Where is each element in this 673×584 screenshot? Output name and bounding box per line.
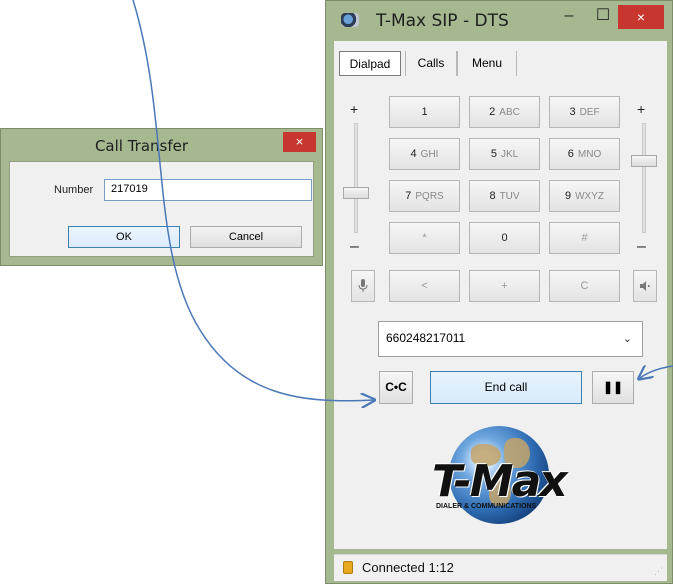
minimize-button[interactable]: – [556, 5, 582, 29]
key-3[interactable]: 3 DEF [549, 96, 620, 128]
key-digit: 2 [489, 106, 496, 118]
speaker-volume-slider[interactable] [631, 155, 657, 167]
ok-button[interactable]: OK [68, 226, 180, 248]
speaker-volume-minus-label: – [637, 238, 646, 255]
key-4[interactable]: 4 GHI [389, 138, 460, 170]
speaker-mute-button[interactable] [633, 270, 657, 302]
dialog-titlebar[interactable]: Call Transfer × [1, 129, 322, 162]
key-digit: 7 [405, 190, 412, 202]
key-1[interactable]: 1 [389, 96, 460, 128]
key-digit: 1 [421, 106, 428, 118]
end-call-button[interactable]: End call [430, 371, 582, 404]
transfer-button[interactable]: C•C [379, 371, 413, 404]
speaker-volume-track[interactable] [642, 123, 646, 233]
key-letters: PQRS [415, 191, 444, 202]
window-client: Dialpad Calls Menu + – + – 1 2 ABC 3 DEF 4… [334, 41, 667, 581]
key-letters: TUV [499, 191, 520, 202]
call-transfer-dialog: Call Transfer × Number 217019 OK Cancel [0, 128, 323, 266]
number-label: Number [54, 184, 94, 196]
key-digit: < [421, 280, 428, 292]
key-digit: 4 [410, 148, 417, 160]
key-letters: ABC [499, 107, 520, 118]
connection-lock-icon [343, 561, 353, 574]
microphone-icon [358, 279, 368, 292]
key-7[interactable]: 7 PQRS [389, 180, 460, 212]
key-5[interactable]: 5 JKL [469, 138, 540, 170]
key-letters: GHI [420, 149, 439, 160]
key-letters: MNO [577, 149, 602, 160]
number-select[interactable]: 660248217011 ⌄ [378, 321, 643, 357]
key-digit: + [501, 280, 508, 292]
brand-logo-text: T-Max [432, 456, 568, 507]
key-digit: C [580, 280, 589, 292]
brand-tagline: DIALER & COMMUNICATIONS [436, 503, 537, 510]
tab-menu[interactable]: Menu [457, 51, 517, 76]
app-logo-icon [341, 13, 359, 27]
key-hash[interactable]: # [549, 222, 620, 254]
mic-volume-minus-label: – [350, 238, 359, 255]
status-bar: Connected 1:12 ⋰ [334, 554, 667, 581]
maximize-button[interactable]: ☐ [590, 5, 616, 29]
key-digit: 6 [567, 148, 574, 160]
resize-grip-icon[interactable]: ⋰ [654, 566, 663, 577]
dialog-body: Number 217019 OK Cancel [9, 161, 314, 257]
key-letters: WXYZ [575, 191, 604, 202]
key-digit: 8 [489, 190, 496, 202]
cancel-button[interactable]: Cancel [190, 226, 302, 248]
key-digit: 0 [501, 232, 508, 244]
mic-mute-button[interactable] [351, 270, 375, 302]
mic-volume-slider[interactable] [343, 187, 369, 199]
key-letters: DEF [579, 107, 600, 118]
window-title: T-Max SIP - DTS [376, 11, 509, 31]
dialog-close-button[interactable]: × [283, 132, 316, 152]
tmax-window: T-Max SIP - DTS – ☐ × Dialpad Calls Menu… [325, 0, 673, 584]
speaker-volume-plus-label: + [637, 101, 646, 117]
dialog-title: Call Transfer [94, 137, 189, 155]
key-8[interactable]: 8 TUV [469, 180, 540, 212]
key-digit: 9 [564, 190, 572, 202]
dialed-number: 660248217011 [386, 331, 466, 345]
key-6[interactable]: 6 MNO [549, 138, 620, 170]
key-9[interactable]: 9 WXYZ [549, 180, 620, 212]
backspace-key[interactable]: < [389, 270, 460, 302]
key-letters: JKL [500, 149, 519, 160]
key-digit: 3 [569, 106, 576, 118]
key-digit: * [422, 232, 427, 244]
key-2[interactable]: 2 ABC [469, 96, 540, 128]
mic-volume-track[interactable] [354, 123, 358, 233]
window-close-button[interactable]: × [618, 5, 664, 29]
key-digit: 5 [490, 148, 497, 160]
hold-button[interactable]: ❚❚ [592, 371, 634, 404]
tmax-logo: T-Max DIALER & COMMUNICATIONS [414, 426, 594, 526]
plus-key[interactable]: + [469, 270, 540, 302]
tab-calls[interactable]: Calls [405, 51, 457, 76]
chevron-down-icon: ⌄ [622, 333, 632, 345]
tab-dialpad[interactable]: Dialpad [339, 51, 401, 76]
key-digit: # [581, 232, 588, 244]
key-star[interactable]: * [389, 222, 460, 254]
key-0[interactable]: 0 [469, 222, 540, 254]
mic-volume-plus-label: + [350, 101, 359, 117]
transfer-number-input[interactable]: 217019 [104, 179, 312, 201]
clear-key[interactable]: C [549, 270, 620, 302]
connection-status: Connected 1:12 [362, 560, 454, 575]
speaker-icon [640, 281, 650, 291]
